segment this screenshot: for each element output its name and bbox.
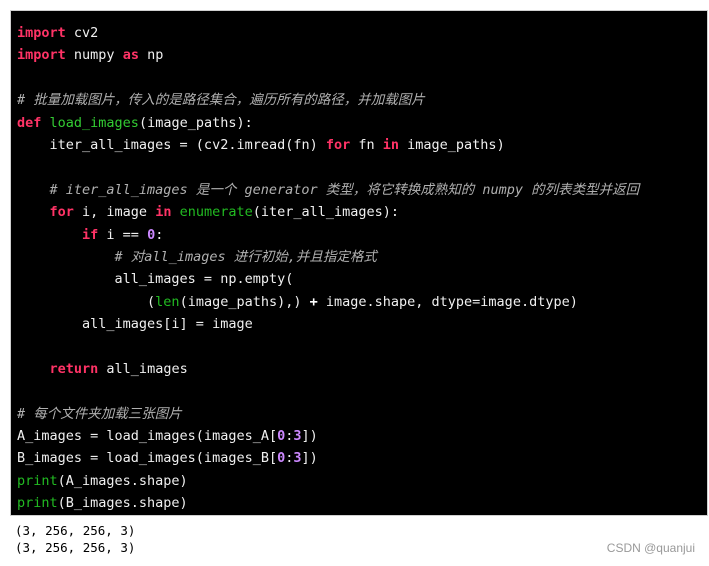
output-line: (3, 256, 256, 3): [15, 540, 136, 555]
code-token: all_images: [98, 360, 188, 377]
code-token: +: [309, 293, 318, 310]
code-cell[interactable]: import cv2 import numpy as np # 批量加载图片，传入…: [10, 10, 708, 516]
code-token: # 批量加载图片，传入的是路径集合，遍历所有的路径，并加载图片: [17, 92, 425, 109]
code-token: image_paths): [399, 136, 505, 153]
code-line: return all_images: [17, 358, 707, 380]
code-token: import: [17, 47, 66, 64]
code-token: 0: [277, 450, 286, 467]
code-token: load_images: [49, 114, 139, 131]
code-token: (image_paths),): [179, 293, 310, 310]
code-token: i, image: [73, 204, 156, 221]
code-token: 3: [293, 428, 302, 445]
code-line: B_images = load_images(images_B[0:3]): [17, 447, 707, 469]
code-token: :: [155, 226, 164, 243]
code-line: all_images = np.empty(: [17, 268, 707, 290]
code-token: print: [17, 472, 58, 489]
code-token: all_images = np.empty(: [17, 271, 294, 288]
code-token: in: [382, 136, 400, 153]
code-token: (: [17, 293, 156, 310]
code-token: for: [325, 136, 351, 153]
code-line: # 每个文件夹加载三张图片: [17, 403, 707, 425]
code-token: 0: [277, 428, 286, 445]
code-token: print: [17, 495, 58, 512]
code-line: if i == 0:: [17, 224, 707, 246]
cell-output: (3, 256, 256, 3) (3, 256, 256, 3): [15, 522, 135, 556]
code-token: (image_paths):: [138, 114, 253, 131]
code-token: # iter_all_images 是一个 generator 类型，将它转换成…: [49, 181, 640, 198]
code-token: enumerate: [179, 204, 253, 221]
watermark: CSDN @quanjui: [606, 541, 695, 555]
code-token: cv2: [65, 25, 99, 41]
code-token: if: [82, 226, 99, 243]
code-token: (B_images.shape): [57, 495, 188, 512]
code-line: import numpy as np: [17, 44, 707, 66]
code-token: import: [17, 25, 66, 41]
code-token: return: [49, 360, 99, 377]
code-editor[interactable]: import cv2 import numpy as np # 批量加载图片，传入…: [17, 22, 707, 515]
code-token: 3: [293, 450, 302, 467]
code-token: i ==: [98, 226, 148, 243]
code-token: for: [49, 204, 74, 221]
code-token: ]): [301, 450, 318, 467]
code-token: A_images = load_images(images_A[: [17, 428, 278, 445]
code-token: (A_images.shape): [57, 472, 188, 489]
code-token: all_images[i] = image: [17, 316, 253, 333]
code-line: A_images = load_images(images_A[0:3]): [17, 425, 707, 447]
code-token: 0: [147, 226, 156, 243]
code-token: ]): [301, 428, 318, 445]
output-line: (3, 256, 256, 3): [15, 523, 136, 538]
code-line: # 批量加载图片，传入的是路径集合，遍历所有的路径，并加载图片: [17, 89, 707, 111]
code-line: # 对all_images 进行初始,并且指定格式: [17, 246, 707, 268]
code-line: (len(image_paths),) + image.shape, dtype…: [17, 291, 707, 313]
code-line: # iter_all_images 是一个 generator 类型，将它转换成…: [17, 179, 707, 201]
code-token: in: [155, 204, 172, 221]
code-line: import cv2: [17, 22, 707, 44]
code-token: # 对all_images 进行初始,并且指定格式: [114, 248, 377, 265]
code-token: len: [155, 293, 180, 310]
code-token: # 每个文件夹加载三张图片: [17, 405, 182, 422]
code-token: def: [17, 114, 42, 131]
code-token: iter_all_images = (cv2.imread(fn): [17, 136, 326, 153]
code-token: numpy: [65, 47, 123, 64]
code-line: all_images[i] = image: [17, 313, 707, 335]
code-token: as: [122, 47, 139, 64]
code-line: print(A_images.shape): [17, 470, 707, 492]
code-token: B_images = load_images(images_B[: [17, 450, 278, 467]
code-line: def load_images(image_paths):: [17, 112, 707, 134]
code-token: fn: [350, 136, 383, 153]
code-token: (iter_all_images):: [252, 204, 400, 221]
code-line: for i, image in enumerate(iter_all_image…: [17, 201, 707, 223]
code-line: iter_all_images = (cv2.imread(fn) for fn…: [17, 134, 707, 156]
code-token: image.shape, dtype=image.dtype): [317, 293, 578, 310]
code-token: np: [138, 47, 164, 64]
code-line: print(B_images.shape): [17, 492, 707, 514]
